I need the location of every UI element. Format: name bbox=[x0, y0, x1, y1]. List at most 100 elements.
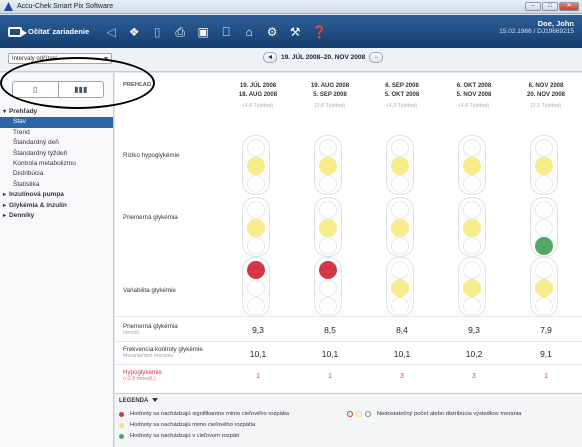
period-weeks: (2,6 Týždne) bbox=[314, 103, 346, 109]
window-controls: – □ ✕ bbox=[525, 2, 579, 11]
light-dot bbox=[247, 219, 265, 237]
period-dates: 6. NOV 2008 20. NOV 2008 bbox=[510, 82, 582, 99]
read-device-label: Očítať zariadenie bbox=[28, 27, 90, 36]
traffic-light-icon[interactable] bbox=[458, 197, 486, 257]
document-icon[interactable]: ▯ bbox=[151, 26, 163, 38]
light-dot bbox=[535, 279, 553, 297]
patient-name: Doe, John bbox=[537, 19, 574, 28]
traffic-light-icon[interactable] bbox=[314, 135, 342, 195]
traffic-light-icon[interactable] bbox=[242, 197, 270, 257]
period-weeks: (2,1 Týždne) bbox=[530, 103, 562, 109]
traffic-light-icon[interactable] bbox=[458, 135, 486, 195]
traffic-light-icon[interactable] bbox=[530, 197, 558, 257]
light-dot bbox=[247, 139, 265, 157]
light-dot bbox=[247, 201, 265, 219]
traffic-light-icon[interactable] bbox=[242, 135, 270, 195]
sidebar-nav: Prehľady Stav Trend Štandardný deň Štand… bbox=[0, 107, 113, 221]
light-dot bbox=[319, 139, 337, 157]
traffic-light-icon[interactable] bbox=[386, 197, 414, 257]
view-toggle: ▯ ▮▮▮ bbox=[12, 81, 104, 98]
light-dot bbox=[319, 157, 337, 175]
back-icon[interactable]: ◁ bbox=[105, 26, 117, 38]
legend-green-text: Hodnoty sa nachádzajú v cieľovom rozpätí bbox=[130, 433, 240, 439]
sidebar-group-glycemia-insulin[interactable]: Glykémia & inzulín bbox=[0, 201, 113, 211]
sidebar-item-statistics[interactable]: Štatistika bbox=[0, 180, 113, 190]
app-logo-icon bbox=[4, 2, 13, 11]
metric-value-freq: 9,1 bbox=[540, 349, 552, 359]
period-end: 20. NOV 2008 bbox=[526, 91, 566, 98]
period-end: 5. OKT 2008 bbox=[384, 91, 420, 98]
single-view-button[interactable]: ▯ bbox=[13, 82, 58, 97]
light-dot bbox=[535, 297, 553, 315]
metric-value-hypo: 1 bbox=[256, 373, 260, 380]
sidebar-item-standard-week[interactable]: Štandardný týždeň bbox=[0, 149, 113, 159]
traffic-light-icon[interactable] bbox=[314, 197, 342, 257]
legend-green: Hodnoty sa nachádzajú v cieľovom rozpätí bbox=[119, 433, 239, 439]
overview-header-label: PREHĽAD bbox=[123, 82, 152, 88]
light-dot bbox=[391, 175, 409, 193]
date-navigator: 19. JÚL 2008–20. NOV 2008 bbox=[263, 52, 384, 63]
traffic-light-icon[interactable] bbox=[386, 135, 414, 195]
patients-icon[interactable]: ❖ bbox=[128, 26, 140, 38]
metric-value-freq: 10,1 bbox=[249, 349, 267, 359]
close-button[interactable]: ✕ bbox=[559, 2, 579, 11]
sidebar-group-logbooks[interactable]: Denníky bbox=[0, 211, 113, 221]
light-dot bbox=[535, 175, 553, 193]
interval-select-value: Intervaly odčítaní bbox=[12, 56, 58, 62]
traffic-light-icon[interactable] bbox=[314, 257, 342, 317]
check-frequency-title: Frekvencia kontroly glykémie bbox=[123, 346, 203, 353]
traffic-light-icon[interactable] bbox=[242, 257, 270, 317]
sidebar-item-standard-day[interactable]: Štandardný deň bbox=[0, 138, 113, 148]
save-icon[interactable]: ▣ bbox=[197, 26, 209, 38]
interval-select[interactable]: Intervaly odčítaní bbox=[8, 53, 112, 64]
period-start: 6. OKT 2008 bbox=[456, 83, 492, 89]
next-period-button[interactable] bbox=[369, 52, 384, 63]
traffic-light-icon[interactable] bbox=[530, 257, 558, 317]
metric-value-freq: 10,1 bbox=[393, 349, 411, 359]
light-dot bbox=[247, 261, 265, 279]
yellow-dot-icon bbox=[119, 422, 124, 428]
export-icon[interactable]: ⎕ bbox=[220, 26, 232, 38]
legend: LEGENDA Hodnoty sa nachádzajú signifikan… bbox=[115, 393, 582, 447]
tools-icon[interactable]: ⚒ bbox=[289, 26, 301, 38]
multi-view-button[interactable]: ▮▮▮ bbox=[59, 82, 104, 97]
previous-period-button[interactable] bbox=[263, 52, 277, 63]
light-dot bbox=[319, 237, 337, 255]
period-start: 6. NOV 2008 bbox=[528, 83, 564, 89]
sidebar: ▯ ▮▮▮ Prehľady Stav Trend Štandardný deň… bbox=[0, 73, 114, 447]
print-icon[interactable]: ⎙ bbox=[174, 26, 186, 38]
device-read-icon bbox=[8, 26, 27, 37]
sidebar-item-status[interactable]: Stav bbox=[0, 117, 113, 128]
sidebar-item-distribution[interactable]: Distribúcia bbox=[0, 169, 113, 179]
sidebar-item-metabolic-control[interactable]: Kontrola metabolizmu bbox=[0, 159, 113, 169]
help-icon[interactable]: ❓ bbox=[312, 26, 327, 38]
maximize-button[interactable]: □ bbox=[542, 2, 558, 11]
light-dot bbox=[391, 201, 409, 219]
hypoglycemia-threshold: (<2,8 mmol/L) bbox=[123, 376, 156, 382]
minimize-button[interactable]: – bbox=[525, 2, 541, 11]
legend-toggle[interactable]: LEGENDA bbox=[119, 398, 158, 404]
period-dates: 6. SEP 2008 5. OKT 2008 bbox=[366, 82, 438, 99]
sidebar-item-trend[interactable]: Trend bbox=[0, 128, 113, 138]
sidebar-group-insulin-pump[interactable]: Inzulínová pumpa bbox=[0, 190, 113, 200]
red-dot-icon bbox=[119, 411, 124, 417]
sidebar-group-reports[interactable]: Prehľady bbox=[0, 107, 113, 117]
settings-icon[interactable]: ⚙ bbox=[266, 26, 278, 38]
traffic-light-icon[interactable] bbox=[530, 135, 558, 195]
sub-toolbar: Intervaly odčítaní 19. JÚL 2008–20. NOV … bbox=[0, 48, 582, 72]
traffic-light-icon[interactable] bbox=[386, 257, 414, 317]
window-title: Accu-Chek Smart Pix Software bbox=[17, 3, 114, 10]
traffic-light-icon[interactable] bbox=[458, 257, 486, 317]
read-device-button[interactable]: Očítať zariadenie bbox=[8, 26, 90, 37]
metric-value-avg: 7,9 bbox=[540, 325, 552, 335]
light-dot bbox=[463, 201, 481, 219]
home-icon[interactable]: ⌂ bbox=[243, 26, 255, 38]
light-dot bbox=[247, 175, 265, 193]
period-dates: 19. AUG 2008 5. SEP 2008 bbox=[294, 82, 366, 99]
light-dot bbox=[319, 297, 337, 315]
metric-value-avg: 8,4 bbox=[396, 325, 408, 335]
metric-value-avg: 9,3 bbox=[252, 325, 264, 335]
period-end: 18. AUG 2008 bbox=[238, 91, 278, 98]
light-dot bbox=[463, 261, 481, 279]
light-dot bbox=[391, 261, 409, 279]
